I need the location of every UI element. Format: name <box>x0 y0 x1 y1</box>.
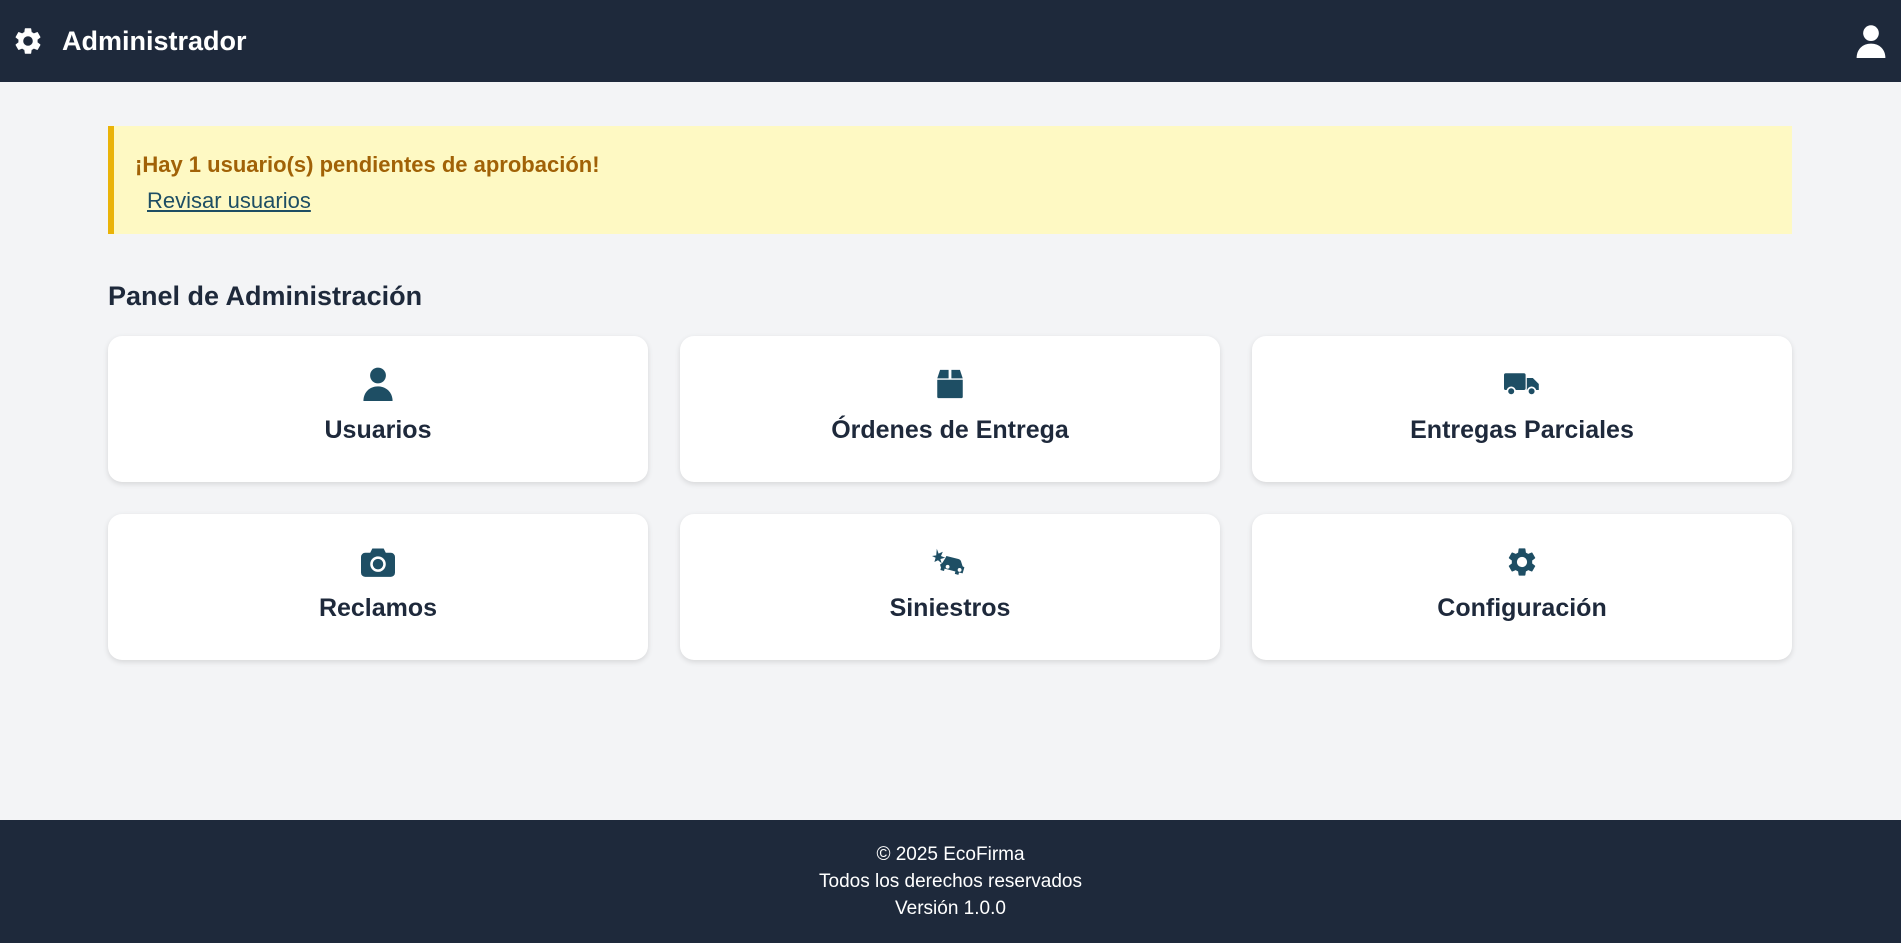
footer-version: Versión 1.0.0 <box>895 898 1006 919</box>
card-configuracion[interactable]: Configuración <box>1252 514 1792 660</box>
top-navbar: Administrador <box>0 0 1901 82</box>
card-label: Siniestros <box>889 594 1011 622</box>
card-siniestros[interactable]: Siniestros <box>680 514 1220 660</box>
footer-copyright: © 2025 EcoFirma <box>876 844 1025 865</box>
review-users-link[interactable]: Revisar usuarios <box>147 188 311 214</box>
page-title: Administrador <box>62 25 247 56</box>
car-crash-icon <box>932 544 968 580</box>
section-title: Panel de Administración <box>108 281 423 311</box>
admin-cards-grid: Usuarios Órdenes de Entrega Entregas Par… <box>108 336 1792 660</box>
user-icon <box>363 366 393 402</box>
camera-icon <box>361 544 395 580</box>
user-icon[interactable] <box>1855 24 1887 58</box>
card-label: Usuarios <box>324 416 432 444</box>
footer: © 2025 EcoFirma Todos los derechos reser… <box>0 820 1901 943</box>
pending-approval-alert: ¡Hay 1 usuario(s) pendientes de aprobaci… <box>108 126 1792 234</box>
card-entregas-parciales[interactable]: Entregas Parciales <box>1252 336 1792 482</box>
card-label: Reclamos <box>318 594 438 622</box>
gear-icon[interactable] <box>12 25 44 57</box>
truck-icon <box>1504 366 1540 402</box>
footer-rights: Todos los derechos reservados <box>819 871 1082 892</box>
card-ordenes-entrega[interactable]: Órdenes de Entrega <box>680 336 1220 482</box>
card-label: Órdenes de Entrega <box>831 416 1069 444</box>
card-usuarios[interactable]: Usuarios <box>108 336 648 482</box>
card-reclamos[interactable]: Reclamos <box>108 514 648 660</box>
card-label: Configuración <box>1437 594 1607 622</box>
navbar-brand: Administrador <box>12 25 247 57</box>
card-label: Entregas Parciales <box>1410 416 1634 444</box>
gear-icon <box>1505 544 1539 580</box>
alert-message: ¡Hay 1 usuario(s) pendientes de aprobaci… <box>135 152 600 177</box>
box-icon <box>933 366 967 402</box>
